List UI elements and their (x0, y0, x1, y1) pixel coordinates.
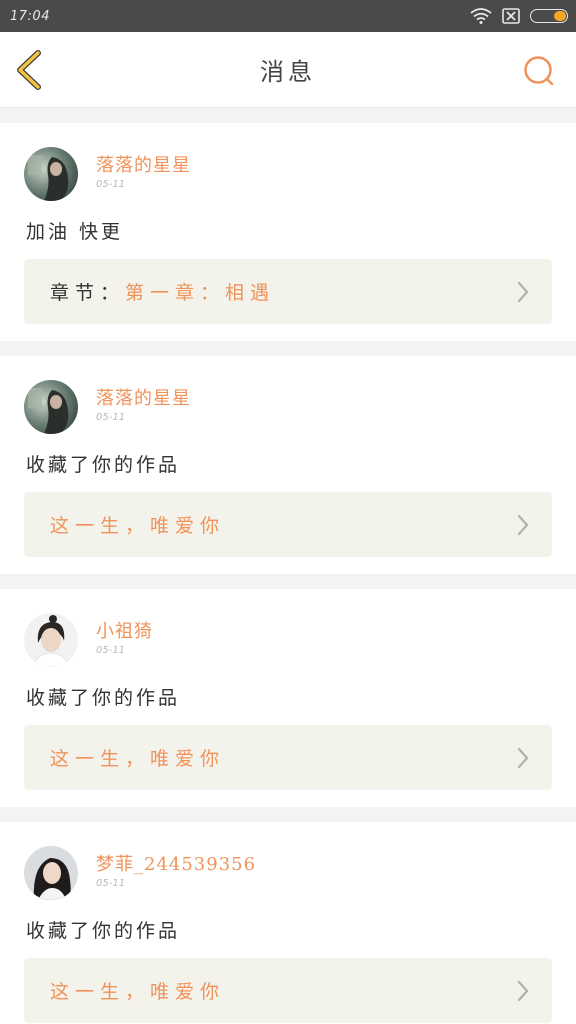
battery-icon (530, 9, 568, 23)
back-button[interactable] (12, 50, 48, 90)
status-time: 17:04 (10, 8, 50, 24)
message-date: 05-11 (96, 878, 126, 889)
message-card[interactable]: 落落的星星 05-11 加油 快更 章节： 第一章：相遇 (0, 123, 576, 341)
avatar[interactable] (24, 846, 78, 900)
chapter-link[interactable]: 章节： 第一章：相遇 (24, 259, 552, 324)
message-text: 收藏了你的作品 (26, 687, 181, 709)
link-text: 这一生，唯爱你 (50, 515, 226, 537)
nav-bar: 消息 (0, 32, 576, 108)
avatar[interactable] (24, 613, 78, 667)
wifi-icon (470, 8, 492, 24)
link-prefix: 章节： (50, 282, 126, 304)
avatar[interactable] (24, 147, 78, 201)
message-text: 收藏了你的作品 (26, 454, 181, 476)
work-link[interactable]: 这一生，唯爱你 (24, 958, 552, 1023)
link-text: 第一章：相遇 (125, 282, 276, 304)
search-icon (524, 56, 554, 86)
message-text: 收藏了你的作品 (26, 920, 181, 942)
chevron-right-icon (517, 281, 529, 303)
sender-name[interactable]: 落落的星星 (96, 384, 191, 410)
message-card[interactable]: 落落的星星 05-11 收藏了你的作品 这一生，唯爱你 (0, 356, 576, 574)
message-card[interactable]: 小祖猗 05-11 收藏了你的作品 这一生，唯爱你 (0, 589, 576, 807)
chevron-left-icon (17, 50, 41, 90)
page-title: 消息 (260, 58, 316, 86)
message-text: 加油 快更 (26, 221, 124, 243)
message-date: 05-11 (96, 645, 126, 656)
chevron-right-icon (517, 980, 529, 1002)
link-text: 这一生，唯爱你 (50, 981, 226, 1003)
sender-name[interactable]: 梦菲_244539356 (96, 850, 256, 876)
message-card[interactable]: 梦菲_244539356 05-11 收藏了你的作品 这一生，唯爱你 (0, 822, 576, 1024)
chevron-right-icon (517, 747, 529, 769)
avatar[interactable] (24, 380, 78, 434)
work-link[interactable]: 这一生，唯爱你 (24, 492, 552, 557)
link-text: 这一生，唯爱你 (50, 748, 226, 770)
search-button[interactable] (522, 54, 556, 88)
sender-name[interactable]: 落落的星星 (96, 151, 191, 177)
message-date: 05-11 (96, 179, 126, 190)
battery-level (554, 11, 566, 21)
status-icons (470, 8, 568, 24)
sender-name[interactable]: 小祖猗 (96, 617, 153, 643)
work-link[interactable]: 这一生，唯爱你 (24, 725, 552, 790)
message-date: 05-11 (96, 412, 126, 423)
status-bar: 17:04 (0, 0, 576, 32)
chevron-right-icon (517, 514, 529, 536)
sim-off-icon (502, 8, 520, 24)
